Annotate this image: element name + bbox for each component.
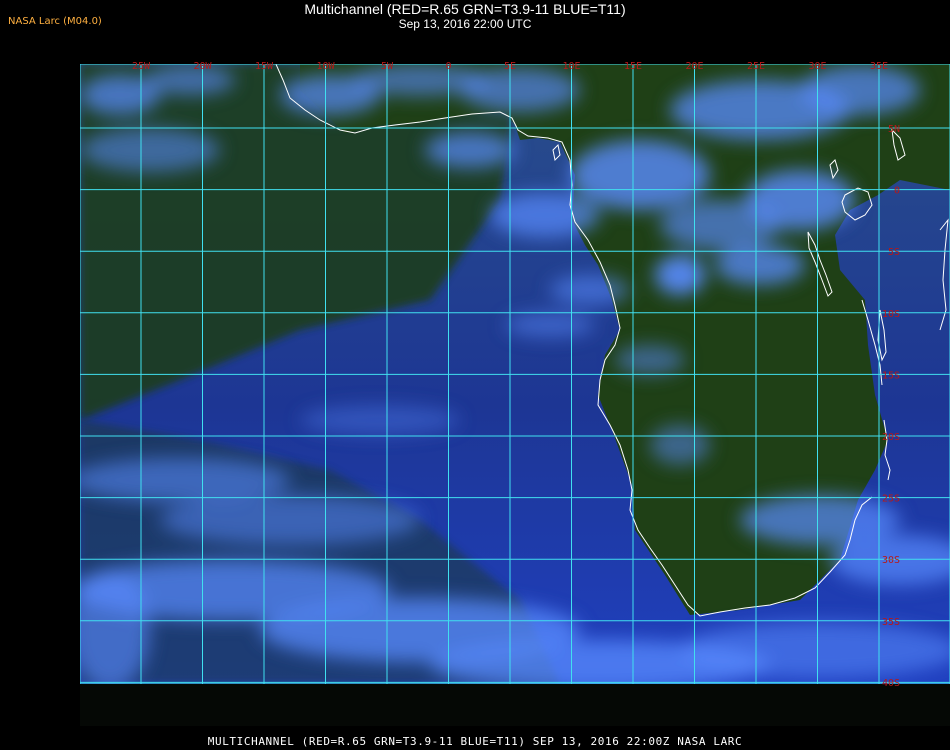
latitude-label: 15S [882,370,900,381]
latitude-label: 35S [882,617,900,628]
latitude-label: 10S [882,309,900,320]
latitude-label: 40S [882,678,900,689]
longitude-label: 25W [132,61,151,72]
longitude-label: 35E [870,61,888,72]
satellite-map[interactable]: 25W 20W 15W 10W 5W 0 5E 10E 15E 20E 25E 30E 35E 5N 0 5… [0,0,950,750]
longitude-label: 0 [445,61,451,72]
longitude-label: 15W [255,61,274,72]
longitude-label: 5W [381,61,394,72]
latitude-label: 20S [882,432,900,443]
map-lower-margin [80,684,950,726]
longitude-label: 15E [624,61,642,72]
latitude-label: 0 [894,186,900,197]
longitude-label: 5E [504,61,516,72]
longitude-label: 20W [193,61,212,72]
longitude-label: 10E [562,61,580,72]
longitude-label: 10W [316,61,335,72]
latitude-label: 5N [888,124,900,135]
latitude-label: 5S [888,247,900,258]
longitude-label: 30E [808,61,826,72]
latitude-label: 30S [882,555,900,566]
longitude-label: 20E [685,61,703,72]
footer-caption: MULTICHANNEL (RED=R.65 GRN=T3.9-11 BLUE=… [207,735,743,748]
longitude-label: 25E [747,61,765,72]
latitude-label: 25S [882,494,900,505]
